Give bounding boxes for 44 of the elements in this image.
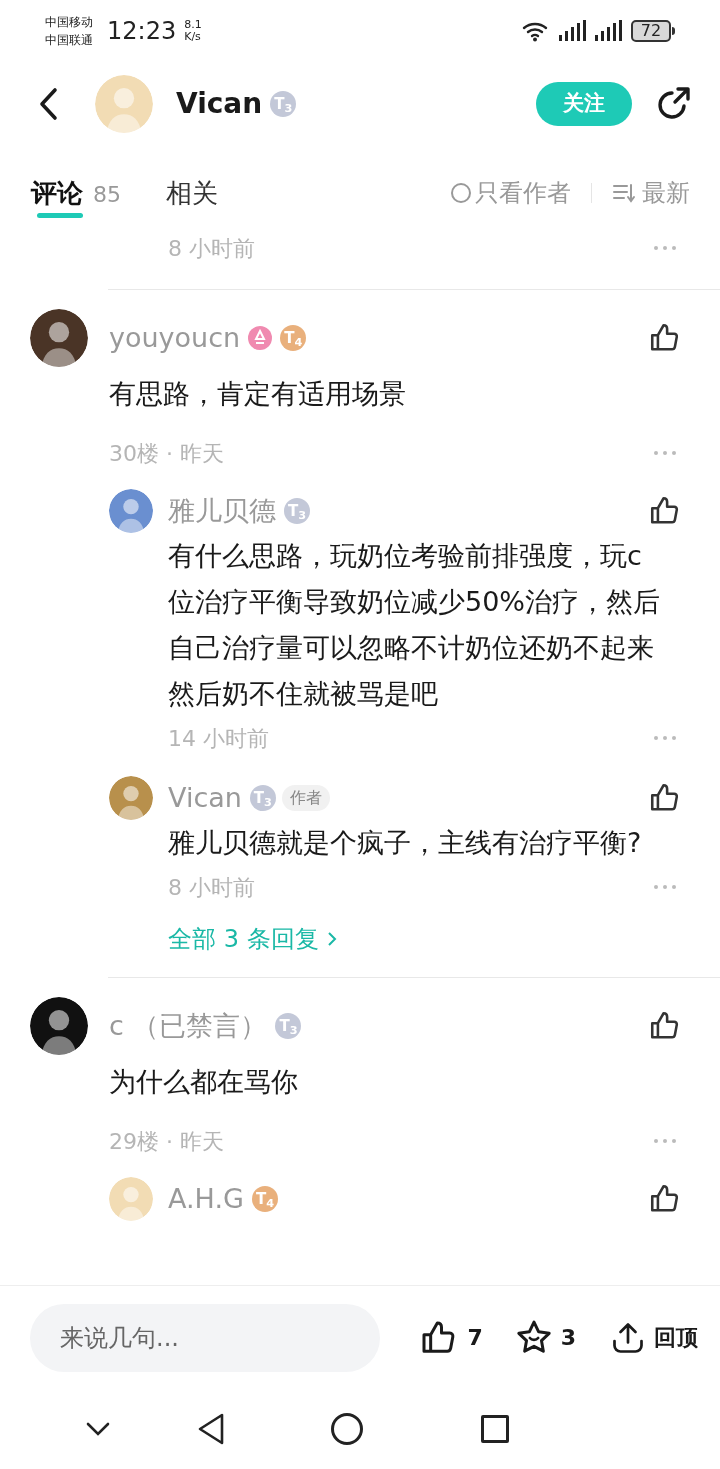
level-badge: T$_{3}$ — [284, 498, 310, 524]
recent-apps-icon[interactable] — [481, 1415, 509, 1443]
favorite-button[interactable]: 3 — [512, 1317, 576, 1358]
sort-icon — [612, 183, 636, 203]
reply-text: 雅儿贝德就是个疯子，主线有治疗平衡? — [168, 826, 643, 860]
user-name: c （已禁言） — [109, 1008, 268, 1043]
carrier-name: 中国移动 — [45, 14, 93, 31]
author-name: Vican — [176, 86, 263, 122]
user-name: Vican — [168, 780, 242, 815]
level-badge: T$_{4}$ — [251, 1186, 278, 1212]
network-speed: 8.1 — [184, 19, 202, 31]
comment-time: 8 小时前 — [168, 234, 255, 263]
carrier-name: 中国联通 — [45, 32, 93, 49]
level-badge: T$_{3}$ — [249, 785, 276, 811]
user-name: youyoucn — [109, 320, 241, 355]
reply-text: 有什么思路，玩奶位考验前排强度，玩c位治疗平衡导致奶位减少50%治疗，然后自己治疗量可以忽略不计奶位还奶不起来然后奶不住就被骂是吧 — [168, 539, 661, 711]
user-name: 雅儿贝德 — [168, 493, 276, 528]
user-name: A.H.G — [168, 1181, 244, 1216]
chevron-right-icon — [326, 930, 337, 948]
back-to-top-button[interactable]: 回顶 — [610, 1318, 698, 1357]
comment-time: 8 小时前 — [168, 873, 255, 902]
comment-time: 14 小时前 — [168, 724, 269, 753]
author-tag: 作者 — [281, 785, 330, 811]
signal-icon — [593, 19, 623, 43]
home-icon[interactable] — [331, 1413, 363, 1445]
clock-time: 12:23 — [107, 16, 177, 47]
battery-tip — [672, 27, 675, 35]
avatar[interactable] — [30, 997, 88, 1055]
back-icon[interactable] — [196, 1412, 226, 1446]
tab[interactable]: 评论 85 — [31, 168, 121, 218]
speed-unit: K/s — [184, 31, 202, 43]
level-badge: T$_{4}$ — [280, 325, 307, 351]
comment-time: 30楼 · 昨天 — [109, 439, 224, 468]
like-button[interactable]: 7 — [419, 1317, 483, 1358]
battery-level: 72 — [631, 20, 671, 42]
signal-icon — [557, 19, 587, 43]
level-badge: T$_{3}$ — [275, 1013, 302, 1039]
level-badge: T$_{3}$ — [270, 91, 297, 117]
comment-input[interactable]: 来说几句... — [30, 1303, 380, 1372]
avatar[interactable] — [30, 309, 88, 367]
tab[interactable]: 相关 — [166, 168, 218, 218]
comment-text: 有思路，肯定有适用场景 — [109, 377, 407, 411]
comment-time: 29楼 · 昨天 — [109, 1127, 224, 1156]
comment-text: 为什么都在骂你 — [109, 1065, 299, 1099]
